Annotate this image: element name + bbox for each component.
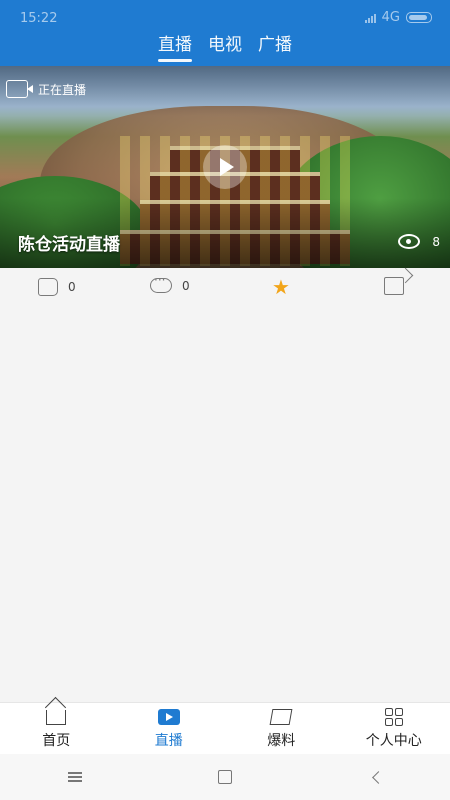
star-icon: ★ xyxy=(272,275,290,299)
share-icon xyxy=(384,277,404,295)
status-indicators: 4G xyxy=(364,10,432,25)
nav-profile[interactable]: 个人中心 xyxy=(338,703,450,755)
live-icon xyxy=(157,708,180,726)
tab-tv[interactable]: 电视 xyxy=(200,30,250,64)
live-cover[interactable]: 正在直播 陈仓活动直播 8 xyxy=(0,66,450,268)
live-camera-icon xyxy=(6,80,33,98)
status-bar: 15:22 4G xyxy=(0,0,450,26)
tab-radio[interactable]: 广播 xyxy=(250,30,300,64)
live-badge-text: 正在直播 xyxy=(38,82,87,97)
nav-profile-label: 个人中心 xyxy=(365,733,422,749)
back-icon xyxy=(371,770,385,784)
menu-icon xyxy=(68,772,82,782)
eye-icon xyxy=(398,234,421,249)
signal-icon xyxy=(364,13,376,23)
home-square-icon xyxy=(218,770,232,784)
system-back-button[interactable] xyxy=(355,757,395,797)
battery-icon xyxy=(406,12,432,23)
live-title: 陈仓活动直播 xyxy=(18,235,120,255)
home-icon xyxy=(45,708,67,726)
like-count: 0 xyxy=(68,280,76,294)
favorite-button[interactable]: ★ xyxy=(272,277,292,297)
app-header: 15:22 4G 直播 电视 广播 xyxy=(0,0,450,66)
tab-live[interactable]: 直播 xyxy=(150,30,200,64)
live-badge: 正在直播 xyxy=(6,80,86,98)
nav-home-label: 首页 xyxy=(42,733,71,749)
system-menu-button[interactable] xyxy=(55,757,95,797)
system-home-button[interactable] xyxy=(205,757,245,797)
share-button[interactable] xyxy=(384,277,404,295)
network-label: 4G xyxy=(381,10,400,25)
nav-report-label: 爆料 xyxy=(267,733,296,749)
comment-icon xyxy=(150,273,172,293)
nav-home[interactable]: 首页 xyxy=(0,703,113,755)
top-tabs: 直播 电视 广播 xyxy=(0,30,450,64)
comment-button[interactable]: 0 xyxy=(150,273,190,293)
status-time: 15:22 xyxy=(20,11,58,26)
actions-row: 0 0 ★ xyxy=(0,268,450,308)
play-button[interactable] xyxy=(203,145,247,189)
system-nav xyxy=(0,754,450,800)
view-count: 8 xyxy=(432,234,440,249)
views: 8 xyxy=(398,234,440,249)
nav-report[interactable]: 爆料 xyxy=(225,703,338,755)
grid-icon xyxy=(383,708,405,726)
thumbs-up-icon xyxy=(38,278,58,296)
bottom-nav: 首页 直播 爆料 个人中心 xyxy=(0,702,450,755)
nav-live[interactable]: 直播 xyxy=(113,703,226,755)
play-icon xyxy=(219,158,234,176)
diamond-icon xyxy=(269,708,293,726)
nav-live-label: 直播 xyxy=(154,733,183,749)
like-button[interactable]: 0 xyxy=(38,278,76,296)
comment-count: 0 xyxy=(182,278,190,293)
